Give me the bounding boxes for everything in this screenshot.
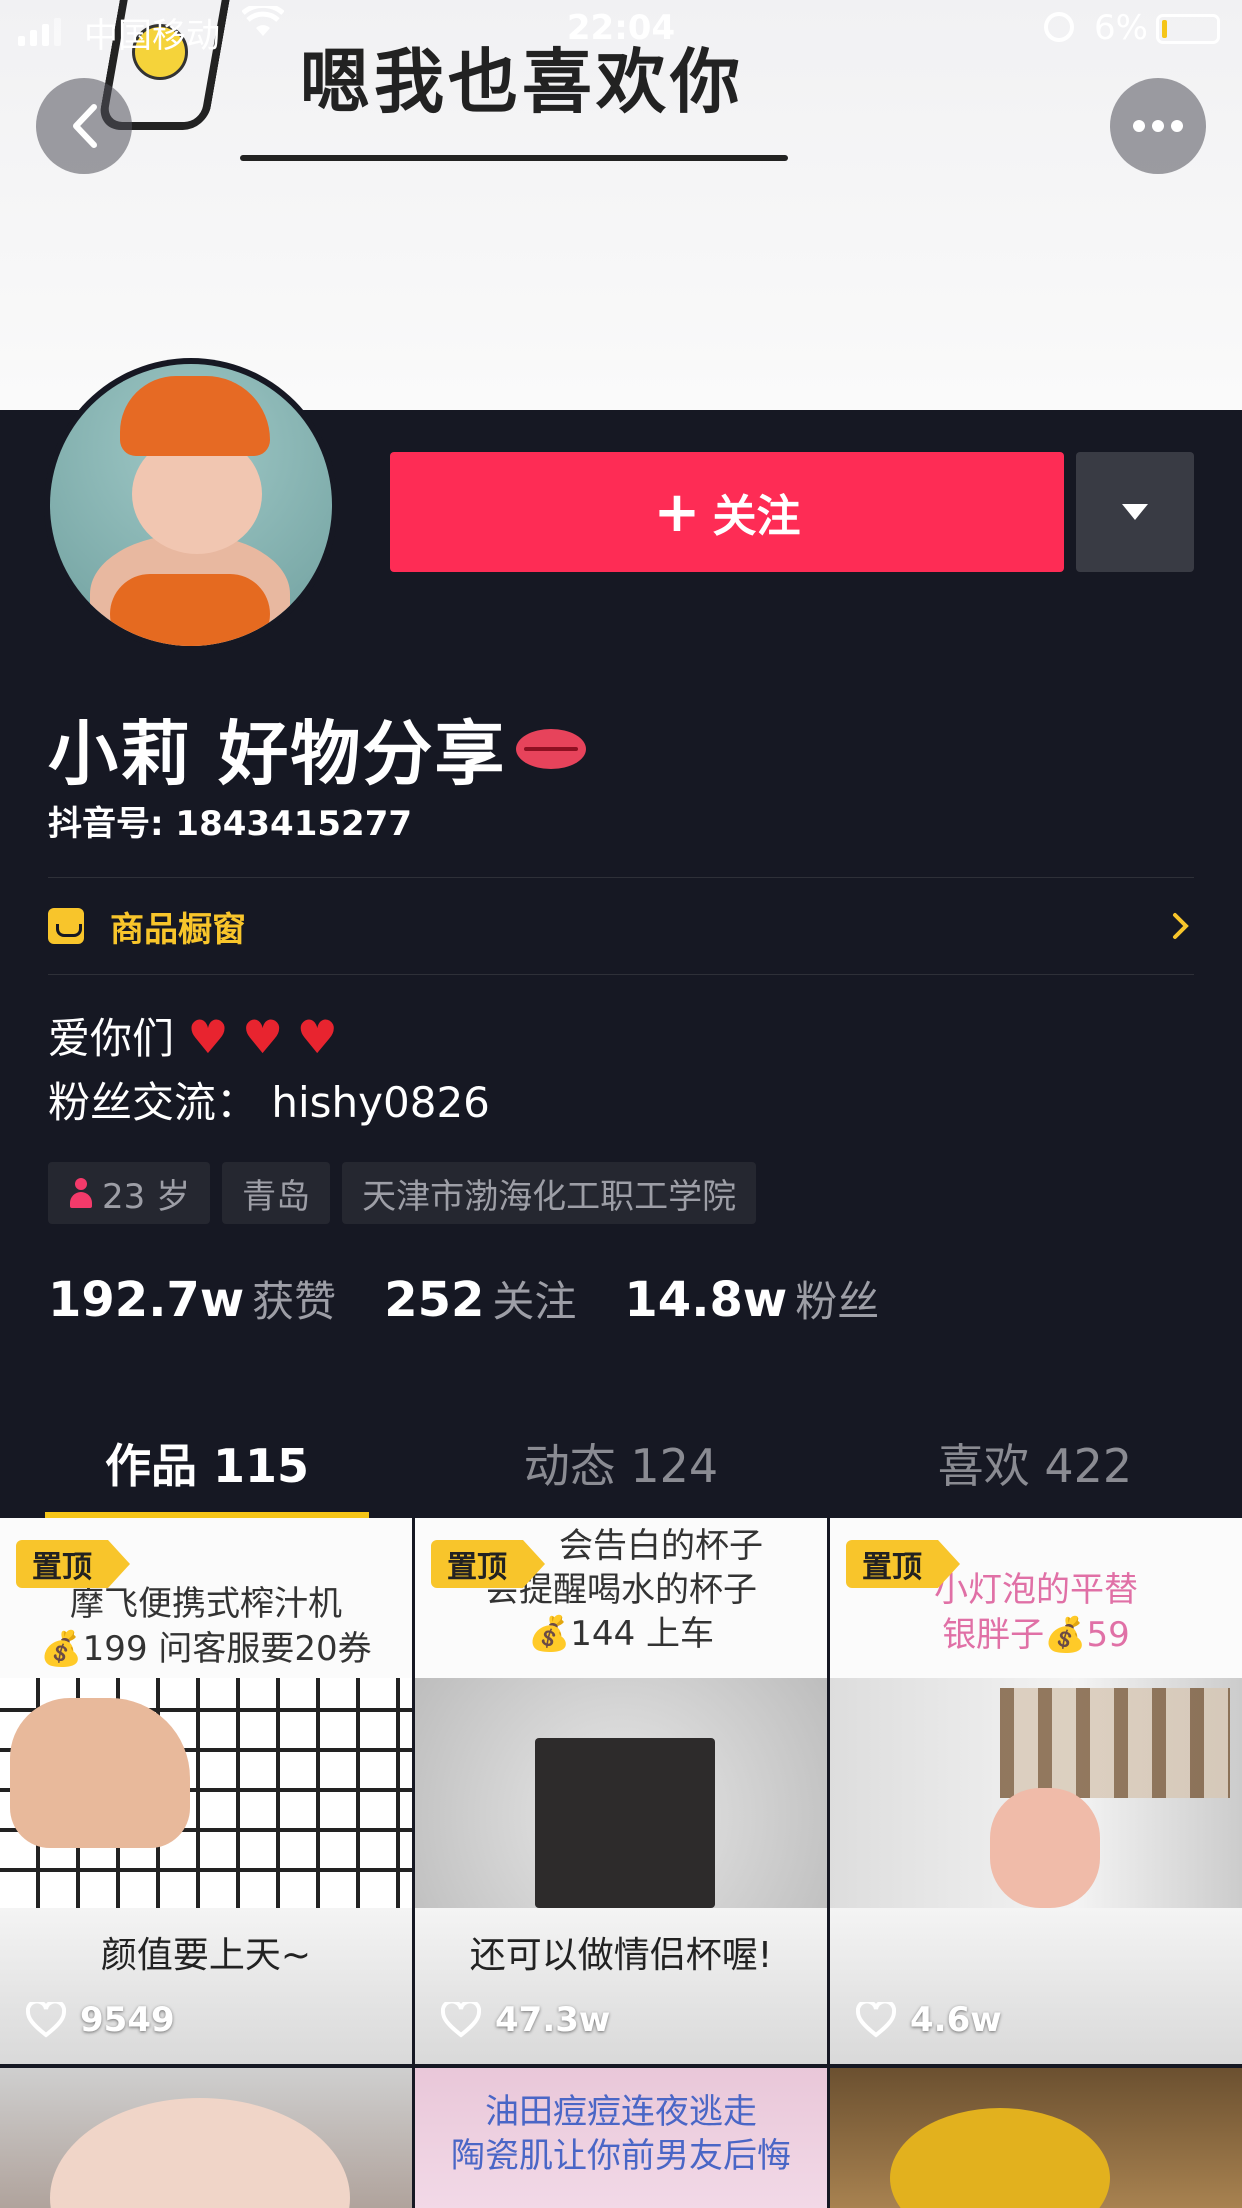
heart-outline-icon	[441, 2002, 481, 2038]
video-subtitle: 还可以做情侣杯喔!	[415, 1908, 827, 2064]
video-thumbnail[interactable]: 会告白的杯子 会提醒喝水的杯子 💰144 上车 还可以做情侣杯喔! 置顶 47.…	[415, 1518, 827, 2064]
school-tag[interactable]: 天津市渤海化工职工学院	[342, 1162, 757, 1224]
content-tabs: 作品 115 动态 124 喜欢 422	[0, 1400, 1242, 1518]
more-button[interactable]	[1110, 78, 1206, 174]
video-caption: 陶瓷肌让你前男友后悔	[451, 2135, 791, 2176]
bio-line-2: 粉丝交流： hishy0826	[48, 1078, 490, 1127]
video-photo	[415, 1678, 827, 1908]
lips-emoji-icon	[516, 728, 587, 769]
battery-icon	[1156, 14, 1220, 44]
bio-line-1: 爱你们	[48, 1014, 175, 1063]
tab-works[interactable]: 作品 115	[0, 1400, 414, 1518]
douyin-id: 抖音号: 1843415277	[48, 804, 413, 844]
status-bar: 中国移动 22:04 6%	[0, 0, 1242, 60]
video-photo	[830, 1678, 1242, 1908]
like-count: 4.6w	[856, 2000, 1002, 2040]
female-icon	[68, 1178, 94, 1208]
plus-icon: +	[653, 479, 701, 545]
heart-outline-icon	[26, 2002, 66, 2038]
recommend-dropdown-button[interactable]	[1076, 452, 1194, 572]
banner-underline	[240, 155, 788, 161]
video-caption: 摩飞便携式榨汁机	[70, 1584, 342, 1624]
follow-button[interactable]: + 关注	[390, 452, 1064, 572]
heart-emoji-icon: ♥	[296, 1010, 338, 1064]
likes-label[interactable]: 获赞	[252, 1268, 336, 1329]
likes-count[interactable]: 192.7w	[48, 1272, 244, 1328]
more-dots-icon	[1133, 120, 1183, 132]
heart-emoji-icon: ♥	[241, 1010, 284, 1064]
video-thumbnail[interactable]	[0, 2067, 412, 2208]
tab-likes[interactable]: 喜欢 422	[828, 1400, 1242, 1518]
avatar[interactable]	[44, 358, 338, 652]
profile-tags: 23 岁 青岛 天津市渤海化工职工学院	[48, 1162, 757, 1224]
video-caption: 油田痘痘连夜逃走	[485, 2091, 757, 2132]
video-caption: 💰144 上车	[527, 1614, 715, 1654]
video-caption: 银胖子💰59	[942, 1615, 1130, 1655]
city-tag: 青岛	[222, 1162, 331, 1224]
video-caption: 💰199 问客服要20券	[40, 1629, 372, 1669]
like-count: 9549	[26, 2000, 175, 2040]
pinned-badge: 置顶	[16, 1540, 130, 1588]
video-subtitle: 颜值要上天~	[0, 1908, 412, 2064]
fans-label[interactable]: 粉丝	[795, 1268, 879, 1329]
video-photo	[0, 1678, 412, 1908]
heart-outline-icon	[856, 2002, 896, 2038]
shop-window-label: 商品橱窗	[110, 909, 246, 950]
bio: 爱你们 ♥ ♥ ♥ 粉丝交流： hishy0826	[48, 1005, 490, 1135]
video-thumbnail[interactable]: 油田痘痘连夜逃走 陶瓷肌让你前男友后悔	[415, 2067, 827, 2208]
profile-banner: 嗯我也喜欢你	[0, 0, 1242, 410]
chevron-right-icon	[1173, 913, 1189, 939]
pinned-badge: 置顶	[431, 1540, 545, 1588]
avatar-image	[50, 364, 332, 646]
following-label[interactable]: 关注	[492, 1268, 576, 1329]
shop-window-row[interactable]: 商品橱窗	[48, 877, 1194, 975]
video-grid: 摩飞便携式榨汁机 💰199 问客服要20券 颜值要上天~ 置顶 9549 会告白…	[0, 1518, 1242, 2208]
back-button[interactable]	[36, 78, 132, 174]
age-tag: 23 岁	[48, 1162, 211, 1224]
chevron-left-icon	[73, 104, 97, 148]
shop-icon	[48, 908, 84, 944]
rotation-lock-icon	[1044, 12, 1074, 42]
video-thumbnail[interactable]: 小灯泡的平替 银胖子💰59 置顶 4.6w	[830, 1518, 1242, 2064]
follow-label: 关注	[712, 491, 801, 542]
profile-stats: 192.7w 获赞 252 关注 14.8w 粉丝	[48, 1268, 927, 1329]
following-count[interactable]: 252	[384, 1272, 484, 1328]
tab-moments[interactable]: 动态 124	[414, 1400, 828, 1518]
like-count: 47.3w	[441, 2000, 610, 2040]
heart-emoji-icon: ♥	[187, 1010, 229, 1064]
pinned-badge: 置顶	[846, 1540, 960, 1588]
fans-count[interactable]: 14.8w	[624, 1272, 787, 1328]
video-thumbnail[interactable]	[830, 2067, 1242, 2208]
battery-percent: 6%	[1094, 8, 1148, 48]
profile-name: 小莉 好物分享	[48, 698, 587, 799]
triangle-down-icon	[1122, 504, 1148, 520]
video-thumbnail[interactable]: 摩飞便携式榨汁机 💰199 问客服要20券 颜值要上天~ 置顶 9549	[0, 1518, 412, 2064]
